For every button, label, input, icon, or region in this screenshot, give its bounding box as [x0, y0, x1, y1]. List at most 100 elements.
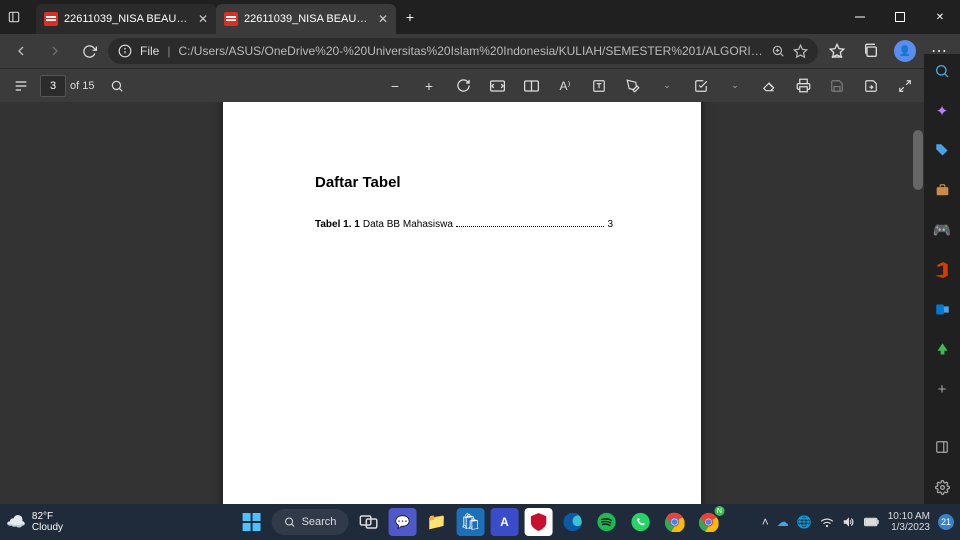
- add-sidebar-icon[interactable]: +: [930, 379, 954, 401]
- clock[interactable]: 10:10 AM 1/3/2023: [888, 511, 930, 533]
- page-number-input[interactable]: [40, 75, 66, 97]
- page-view-icon[interactable]: [516, 71, 546, 101]
- outlook-icon[interactable]: [930, 299, 954, 321]
- notification-badge[interactable]: 21: [938, 514, 954, 530]
- tab-2[interactable]: 22611039_NISA BEAUTY UTAMI... ✕: [216, 4, 396, 34]
- search-icon: [284, 516, 296, 528]
- collapse-sidebar-icon[interactable]: [930, 436, 954, 458]
- find-icon[interactable]: [102, 71, 132, 101]
- tray-chevron-icon[interactable]: ˄: [762, 515, 769, 529]
- wifi-icon[interactable]: [820, 517, 834, 528]
- search-sidebar-icon[interactable]: [930, 60, 954, 82]
- teams-icon[interactable]: 💬: [388, 508, 416, 536]
- sidebar-settings-icon[interactable]: [930, 476, 954, 498]
- chrome-icon[interactable]: [660, 508, 688, 536]
- highlight-chevron-icon[interactable]: ⌄: [720, 71, 750, 101]
- save-as-icon[interactable]: [856, 71, 886, 101]
- pdf-toolbar: of 15 − + A⁾ ⌄ ⌄: [0, 68, 960, 102]
- save-icon[interactable]: [822, 71, 852, 101]
- tab-label: 22611039_NISA BEAUTY UTAMI...: [244, 13, 372, 25]
- url-separator: |: [167, 44, 170, 58]
- sparkle-icon[interactable]: ✦: [930, 100, 954, 122]
- minimize-button[interactable]: [840, 0, 880, 34]
- tab-strip: 22611039_NISA BEAUTY UTAMI... ✕ 22611039…: [28, 0, 424, 34]
- store-icon[interactable]: 🛍: [456, 508, 484, 536]
- erase-icon[interactable]: [754, 71, 784, 101]
- doc-heading: Daftar Tabel: [315, 174, 613, 191]
- pdf-icon: [44, 12, 58, 26]
- read-aloud-icon[interactable]: A⁾: [550, 71, 580, 101]
- tag-icon[interactable]: [930, 140, 954, 162]
- games-icon[interactable]: 🎮: [930, 219, 954, 241]
- print-icon[interactable]: [788, 71, 818, 101]
- battery-icon[interactable]: [864, 517, 880, 527]
- url-path: C:/Users/ASUS/OneDrive%20-%20Universitas…: [178, 44, 763, 58]
- chrome-icon-2[interactable]: N: [694, 508, 722, 536]
- app-icon-a[interactable]: A: [490, 508, 518, 536]
- pdf-viewer[interactable]: Daftar Tabel Tabel 1. 1 Data BB Mahasisw…: [0, 102, 924, 504]
- tab-1[interactable]: 22611039_NISA BEAUTY UTAMI... ✕: [36, 4, 216, 34]
- highlight-icon[interactable]: [686, 71, 716, 101]
- maximize-button[interactable]: [880, 0, 920, 34]
- whatsapp-icon[interactable]: [626, 508, 654, 536]
- toc-label: Tabel 1. 1: [315, 219, 360, 230]
- clock-time: 10:10 AM: [888, 511, 930, 522]
- edge-icon[interactable]: [558, 508, 586, 536]
- taskbar-search[interactable]: Search: [272, 509, 349, 535]
- rotate-icon[interactable]: [448, 71, 478, 101]
- pdf-page: Daftar Tabel Tabel 1. 1 Data BB Mahasisw…: [223, 102, 701, 504]
- zoom-indicator-icon[interactable]: [771, 44, 785, 58]
- tab-actions-icon[interactable]: [0, 0, 28, 34]
- toc-entry: Tabel 1. 1 Data BB Mahasiswa 3: [315, 219, 613, 230]
- office-icon[interactable]: [930, 259, 954, 281]
- fullscreen-icon[interactable]: [890, 71, 920, 101]
- forward-button: [40, 36, 70, 66]
- close-window-button[interactable]: ✕: [920, 0, 960, 34]
- weather-desc: Cloudy: [32, 522, 63, 533]
- toc-leader: [456, 226, 605, 227]
- favorite-star-icon[interactable]: [793, 44, 808, 59]
- spotify-icon[interactable]: [592, 508, 620, 536]
- pdf-icon: [224, 12, 238, 26]
- contents-icon[interactable]: [6, 71, 36, 101]
- address-bar: File | C:/Users/ASUS/OneDrive%20-%20Univ…: [0, 34, 960, 68]
- titlebar: 22611039_NISA BEAUTY UTAMI... ✕ 22611039…: [0, 0, 960, 34]
- favorites-icon[interactable]: [822, 36, 852, 66]
- tree-icon[interactable]: [930, 339, 954, 361]
- add-text-icon[interactable]: [584, 71, 614, 101]
- draw-icon[interactable]: [618, 71, 648, 101]
- taskbar: ☁️ 82°F Cloudy Search 💬 📁 🛍 A: [0, 504, 960, 540]
- collections-icon[interactable]: [856, 36, 886, 66]
- close-icon[interactable]: ✕: [198, 12, 208, 26]
- zoom-in-icon[interactable]: +: [414, 71, 444, 101]
- task-view-icon[interactable]: [354, 508, 382, 536]
- vertical-scrollbar[interactable]: [912, 102, 924, 504]
- language-icon[interactable]: 🌐: [797, 515, 812, 529]
- toc-text: Data BB Mahasiswa: [363, 219, 453, 230]
- mcafee-icon[interactable]: [524, 508, 552, 536]
- briefcase-icon[interactable]: [930, 179, 954, 201]
- volume-icon[interactable]: [842, 516, 856, 528]
- fit-page-icon[interactable]: [482, 71, 512, 101]
- taskbar-center: Search 💬 📁 🛍 A N: [238, 508, 723, 536]
- draw-chevron-icon[interactable]: ⌄: [652, 71, 682, 101]
- toc-page: 3: [607, 219, 613, 230]
- zoom-out-icon[interactable]: −: [380, 71, 410, 101]
- url-box[interactable]: File | C:/Users/ASUS/OneDrive%20-%20Univ…: [108, 38, 818, 64]
- refresh-button[interactable]: [74, 36, 104, 66]
- window-controls: ✕: [840, 0, 960, 34]
- search-label: Search: [302, 516, 337, 528]
- back-button[interactable]: [6, 36, 36, 66]
- info-icon: [118, 44, 132, 58]
- onedrive-icon[interactable]: ☁: [777, 515, 789, 529]
- profile-avatar[interactable]: 👤: [890, 36, 920, 66]
- new-tab-button[interactable]: +: [396, 0, 424, 34]
- tab-label: 22611039_NISA BEAUTY UTAMI...: [64, 13, 192, 25]
- page-of-label: of 15: [70, 80, 94, 92]
- explorer-icon[interactable]: 📁: [422, 508, 450, 536]
- start-button[interactable]: [238, 508, 266, 536]
- weather-widget[interactable]: ☁️ 82°F Cloudy: [6, 511, 63, 533]
- scrollbar-thumb[interactable]: [913, 130, 923, 190]
- close-icon[interactable]: ✕: [378, 12, 388, 26]
- clock-date: 1/3/2023: [888, 522, 930, 533]
